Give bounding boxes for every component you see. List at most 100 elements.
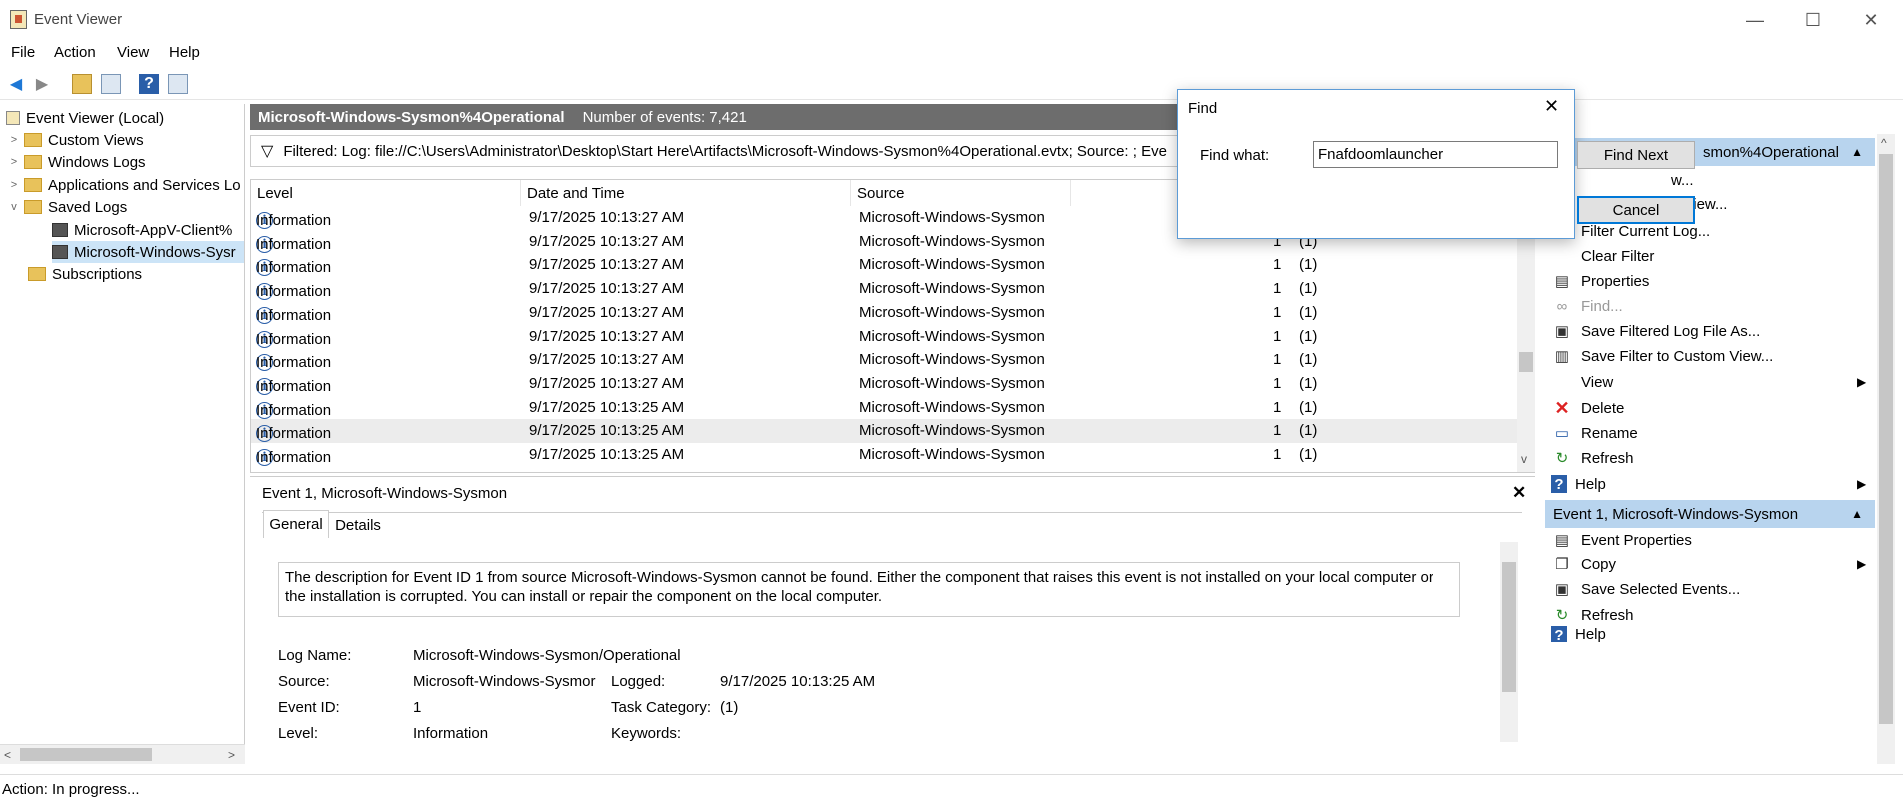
action-copy[interactable]: ❐ Copy ▶ bbox=[1545, 550, 1885, 578]
action-delete[interactable]: ✕ Delete bbox=[1545, 394, 1885, 422]
chevron-right-icon[interactable]: > bbox=[8, 156, 20, 168]
table-row[interactable]: i Information 9/17/2025 10:13:25 AM Microso… bbox=[251, 419, 1521, 444]
open-folder-icon[interactable] bbox=[72, 74, 92, 94]
tree-item-windows-logs[interactable]: > Windows Logs bbox=[8, 151, 146, 173]
menu-view[interactable]: View bbox=[117, 44, 149, 61]
event-fields: Log Name: Microsoft-Windows-Sysmon/Opera… bbox=[278, 647, 1468, 747]
table-row[interactable]: i Information 9/17/2025 10:13:27 AM Microso… bbox=[251, 348, 1521, 372]
chevron-up-icon[interactable]: ▲ bbox=[1851, 507, 1863, 521]
table-row[interactable]: i Information 9/17/2025 10:13:25 AM Microso… bbox=[251, 443, 1521, 467]
chevron-up-icon[interactable]: ▲ bbox=[1851, 145, 1863, 159]
action-refresh[interactable]: ↻ Refresh bbox=[1545, 444, 1885, 472]
action-save-selected-events[interactable]: ▣ Save Selected Events... bbox=[1545, 575, 1885, 603]
tree-item-root[interactable]: Event Viewer (Local) bbox=[6, 107, 164, 129]
cell-event-id: 1 bbox=[1273, 446, 1282, 463]
tab-details[interactable]: Details bbox=[330, 513, 386, 538]
folder-icon bbox=[24, 155, 42, 169]
tree-horizontal-scrollbar[interactable]: < > bbox=[0, 744, 245, 764]
table-row[interactable]: i Information 9/17/2025 10:13:27 AM Microso… bbox=[251, 325, 1521, 349]
menu-file[interactable]: File bbox=[11, 44, 35, 61]
tree-item-subscriptions[interactable]: Subscriptions bbox=[28, 263, 142, 285]
action-rename[interactable]: ▭ Rename bbox=[1545, 419, 1885, 447]
scroll-right-icon[interactable]: > bbox=[228, 748, 235, 762]
help-icon: ? bbox=[1551, 626, 1567, 642]
column-source[interactable]: Source bbox=[851, 180, 1071, 206]
cell-level: Information bbox=[256, 306, 332, 324]
status-bar: Action: In progress... bbox=[0, 774, 1903, 806]
tab-general[interactable]: General bbox=[263, 510, 329, 538]
chevron-right-icon[interactable]: > bbox=[8, 179, 20, 191]
minimize-button[interactable]: — bbox=[1726, 0, 1784, 40]
tree-item-saved-logs[interactable]: v Saved Logs bbox=[8, 196, 127, 218]
forward-arrow-icon[interactable]: ▶ bbox=[32, 74, 52, 94]
cell-event-id: 1 bbox=[1273, 374, 1282, 392]
table-row[interactable]: i Information 9/17/2025 10:13:27 AM Microso… bbox=[251, 301, 1521, 325]
cell-level: Information bbox=[256, 283, 332, 301]
maximize-button[interactable]: ☐ bbox=[1784, 0, 1842, 40]
cell-level: Information bbox=[256, 330, 332, 348]
column-level[interactable]: Level bbox=[251, 180, 521, 206]
table-row[interactable]: i Information 9/17/2025 10:13:27 AM Microso… bbox=[251, 253, 1521, 277]
rename-icon: ▭ bbox=[1554, 425, 1570, 442]
level-value: Information bbox=[413, 725, 489, 742]
refresh-icon: ↻ bbox=[1555, 607, 1569, 624]
action-clear-filter[interactable]: Clear Filter bbox=[1545, 242, 1885, 270]
show-hide-tree-icon[interactable] bbox=[101, 74, 121, 94]
menu-help[interactable]: Help bbox=[169, 44, 200, 61]
table-row[interactable]: i Information 9/17/2025 10:13:27 AM Microso… bbox=[251, 372, 1521, 396]
scroll-down-icon[interactable]: v bbox=[1521, 452, 1527, 466]
copy-icon: ❐ bbox=[1555, 556, 1569, 573]
cell-event-id: 1 bbox=[1273, 303, 1282, 321]
action-help-event[interactable]: ? Help bbox=[1545, 626, 1885, 642]
scroll-up-icon[interactable]: ^ bbox=[1881, 136, 1887, 150]
tree-item-sysmon-selected[interactable]: Microsoft-Windows-Sysr bbox=[52, 241, 244, 263]
chevron-down-icon[interactable]: v bbox=[8, 201, 20, 213]
action-properties[interactable]: ▤ Properties bbox=[1545, 267, 1885, 295]
find-close-icon[interactable]: ✕ bbox=[1544, 96, 1559, 117]
tree-item-appv-client[interactable]: Microsoft-AppV-Client% bbox=[52, 219, 232, 241]
action-find[interactable]: ∞ Find... bbox=[1545, 292, 1885, 320]
scroll-thumb[interactable] bbox=[1502, 562, 1516, 692]
table-row[interactable]: i Information 9/17/2025 10:13:25 AM Microso… bbox=[251, 396, 1521, 420]
action-group-event[interactable]: Event 1, Microsoft-Windows-Sysmon ▲ bbox=[1545, 500, 1875, 528]
folder-icon bbox=[24, 178, 42, 192]
cell-event-id: 1 bbox=[1273, 327, 1282, 345]
cell-level: Information bbox=[256, 425, 332, 443]
scroll-thumb[interactable] bbox=[20, 748, 152, 761]
cancel-button[interactable]: Cancel bbox=[1577, 196, 1695, 224]
menu-action[interactable]: Action bbox=[54, 44, 96, 61]
actions-vertical-scrollbar[interactable]: ^ bbox=[1877, 134, 1895, 764]
window-title: Event Viewer bbox=[34, 11, 123, 28]
toolbar: ◀ ▶ ? bbox=[0, 68, 1903, 100]
detail-vertical-scrollbar[interactable] bbox=[1500, 542, 1518, 742]
chevron-right-icon[interactable]: > bbox=[8, 134, 20, 146]
action-help[interactable]: ? Help ▶ bbox=[1545, 470, 1885, 498]
show-action-pane-icon[interactable] bbox=[168, 74, 188, 94]
column-date-time[interactable]: Date and Time bbox=[521, 180, 851, 206]
scroll-thumb[interactable] bbox=[1879, 154, 1893, 724]
cell-source: Microsoft-Windows-Sysmon bbox=[859, 256, 1045, 274]
close-button[interactable]: ✕ bbox=[1842, 0, 1900, 40]
properties-icon: ▤ bbox=[1554, 532, 1570, 549]
table-row[interactable]: i Information 9/17/2025 10:13:27 AM Microso… bbox=[251, 277, 1521, 301]
close-detail-icon[interactable]: ✕ bbox=[1512, 483, 1526, 503]
cell-source: Microsoft-Windows-Sysmon bbox=[859, 303, 1045, 321]
source-label: Source: bbox=[278, 673, 330, 690]
back-arrow-icon[interactable]: ◀ bbox=[6, 74, 26, 94]
tree-item-apps-services[interactable]: > Applications and Services Lo bbox=[8, 174, 241, 196]
find-what-input[interactable] bbox=[1313, 141, 1558, 168]
action-view[interactable]: View ▶ bbox=[1545, 368, 1885, 396]
find-dialog: Find ✕ Find what: Find Next Cancel bbox=[1177, 89, 1695, 239]
keywords-label: Keywords: bbox=[611, 725, 682, 742]
find-next-button[interactable]: Find Next bbox=[1577, 141, 1695, 169]
delete-icon: ✕ bbox=[1554, 397, 1570, 418]
cell-event-id: 1 bbox=[1273, 422, 1282, 440]
help-icon[interactable]: ? bbox=[139, 74, 159, 94]
action-refresh-event[interactable]: ↻ Refresh bbox=[1545, 601, 1885, 629]
cell-level: Information bbox=[256, 377, 332, 395]
scroll-thumb[interactable] bbox=[1519, 352, 1533, 372]
action-save-filtered-log[interactable]: ▣ Save Filtered Log File As... bbox=[1545, 317, 1885, 345]
action-save-filter-custom-view[interactable]: ▥ Save Filter to Custom View... bbox=[1545, 342, 1885, 370]
scroll-left-icon[interactable]: < bbox=[4, 748, 11, 762]
tree-item-custom-views[interactable]: > Custom Views bbox=[8, 129, 144, 151]
